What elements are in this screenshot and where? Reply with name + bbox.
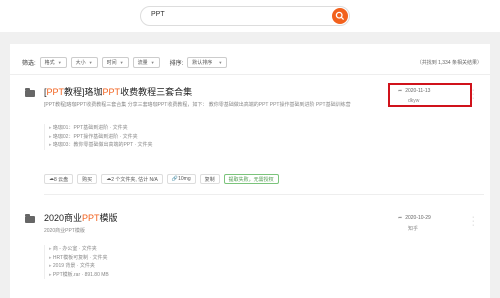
file-count-badge: ☁ 2 个文件夹, 估计 N/A (101, 174, 163, 184)
list-item[interactable]: 2019 背景 · 文件夹 (45, 262, 109, 271)
traffic-select-value: 流量 (137, 59, 148, 66)
chevron-down-icon: ▼ (150, 59, 155, 65)
title-highlight: PPT (82, 213, 100, 223)
title-part: 模版 (99, 213, 118, 223)
divider (44, 194, 484, 195)
time-select[interactable]: 时间 ▼ (101, 56, 129, 68)
filter-bar: 筛选: 格式 ▼ 大小 ▼ 时间 ▼ 流量 ▼ 排序: 默认排序 ▼ (22, 56, 231, 68)
time-select-value: 时间 (106, 59, 117, 66)
search-box[interactable]: PPT (140, 6, 350, 26)
folder-icon (25, 214, 35, 223)
file-list: 商 - 办公室 · 文件夹 HRT模板可复制 · 文件夹 2019 背景 · 文… (44, 245, 109, 279)
title-part: 2020商业 (44, 213, 83, 223)
result-title[interactable]: 2020商业PPT模版 (44, 211, 118, 224)
share-icon: ➦ (398, 215, 403, 221)
top-search-bar: PPT (0, 0, 500, 32)
highlight-annotation (388, 83, 472, 107)
filter-label: 筛选: (22, 60, 36, 67)
size-select-value: 大小 (75, 59, 86, 66)
list-item[interactable]: PPT模板.rar · 891.80 MB (45, 271, 109, 280)
file-count: 2 个文件夹, 估计 N/A (111, 176, 158, 183)
chevron-down-icon: ▼ (57, 59, 62, 65)
title-part: 教程]珞珈 (64, 87, 103, 97)
buy-label: 购买 (82, 176, 93, 183)
format-select[interactable]: 格式 ▼ (39, 56, 67, 68)
search-input[interactable]: PPT (151, 11, 165, 18)
format-select-value: 格式 (44, 59, 55, 66)
result-date: 2020-10-29 (405, 215, 431, 221)
list-item[interactable]: 商 - 办公室 · 文件夹 (45, 245, 109, 254)
copy-button[interactable]: 复制 (199, 174, 220, 184)
size-select[interactable]: 大小 ▼ (70, 56, 98, 68)
folder-icon (25, 88, 35, 97)
result-date-box: ➦ 2020-10-29 知乎 (398, 215, 431, 232)
list-item[interactable]: 珞珈01：PPT基础到进阶 · 文件夹 (45, 124, 153, 133)
file-list: 珞珈01：PPT基础到进阶 · 文件夹 珞珈02：PPT操作基础到进阶 · 文件… (44, 124, 153, 150)
result-description: 2020商业PPT模版 (44, 228, 85, 234)
result-description: [PPT教程]珞珈PPT收费教程三套合集 分享三套珞珈PPT收费教程，如下： 教… (44, 102, 351, 108)
sort-select[interactable]: 默认排序 ▼ (187, 56, 228, 68)
sort-label: 排序: (169, 60, 184, 67)
title-highlight: PPT (46, 87, 65, 97)
search-button[interactable] (332, 8, 348, 24)
result-title[interactable]: [PPT教程]珞珈PPT收费教程三套合集 (44, 85, 192, 98)
list-item[interactable]: 珞珈03：教你零基础做出高端的PPT · 文件夹 (45, 141, 153, 150)
size-badge: 🔗 10mg (166, 174, 196, 184)
title-part: 收费教程三套合集 (120, 87, 193, 97)
chevron-down-icon: ▼ (218, 59, 223, 65)
chevron-down-icon: ▼ (88, 59, 93, 65)
list-item[interactable]: 珞珈02：PPT操作基础到进阶 · 文件夹 (45, 133, 153, 142)
traffic-select[interactable]: 流量 ▼ (132, 56, 160, 68)
title-highlight: PPT (102, 87, 121, 97)
cloud-count: 8 云盘 (54, 176, 69, 183)
status-badge: 提取失败，无需授权 (223, 174, 279, 184)
result-source: 知乎 (408, 226, 419, 232)
more-icon[interactable]: · · · (472, 214, 474, 229)
size-value: 10mg (178, 176, 191, 182)
chevron-down-icon: ▼ (119, 59, 124, 65)
result-meta: ☁ 8 云盘 购买 ☁ 2 个文件夹, 估计 N/A 🔗 10mg 复制 提取失… (44, 174, 283, 184)
result-count: （共找到 1,334 条相关结果） (416, 60, 482, 66)
list-item[interactable]: HRT模板可复制 · 文件夹 (45, 254, 109, 263)
copy-label: 复制 (204, 176, 215, 183)
search-icon (335, 11, 345, 21)
status-text: 提取失败，无需授权 (228, 176, 274, 183)
divider (10, 74, 490, 75)
buy-button[interactable]: 购买 (77, 174, 98, 184)
more-icon[interactable]: · · · (472, 87, 474, 102)
sort-select-value: 默认排序 (192, 59, 213, 66)
cloud-badge: ☁ 8 云盘 (44, 174, 74, 184)
